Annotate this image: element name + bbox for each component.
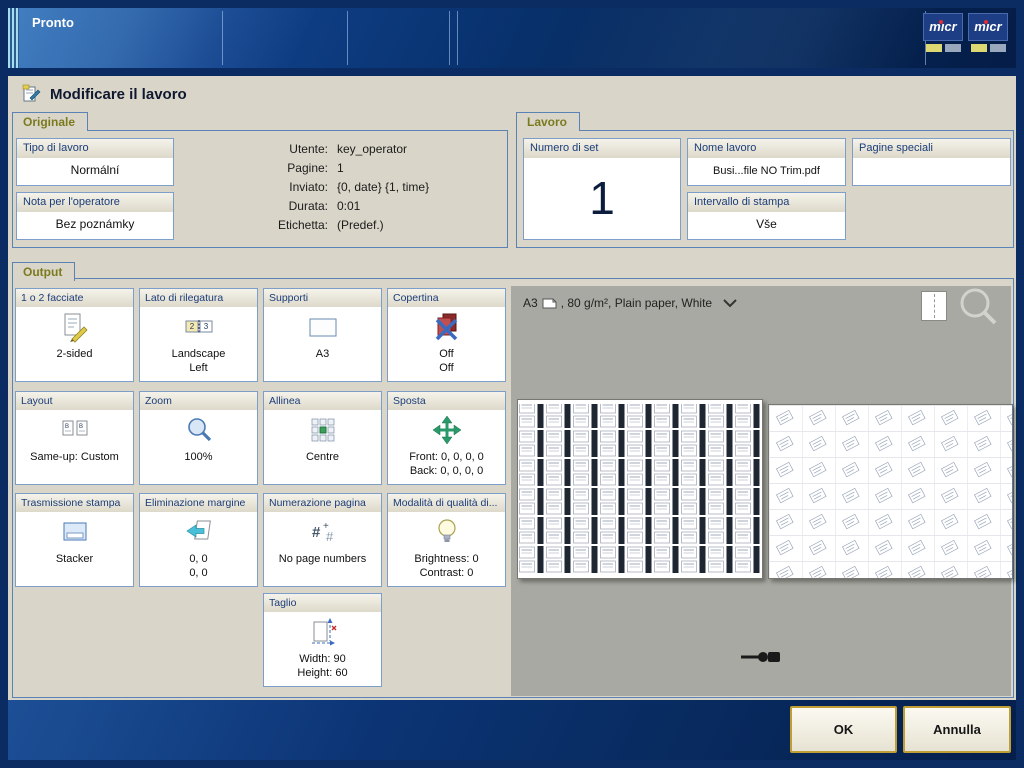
trim-button[interactable]: Taglio Width: 90Height: 60 (263, 593, 382, 687)
binding-edge-icon: 2 3 (183, 311, 215, 343)
statusbar-separator (222, 11, 223, 65)
numero-di-set-value: 1 (524, 171, 680, 225)
info-row-durata: Durata:0:01 (259, 197, 509, 216)
status-bar: Pronto mıcr mıcr (8, 8, 1016, 68)
action-bar: OK Annulla (8, 700, 1016, 760)
svg-text:3: 3 (203, 322, 208, 331)
margin-erase-button[interactable]: Eliminazione margine 0, 00, 0 (139, 493, 258, 587)
job-info-block: Utente:key_operator Pagine:1 Inviato:{0,… (259, 140, 509, 235)
logo-yellow-square (971, 44, 987, 52)
logo-blue-square (990, 44, 1006, 52)
intervallo-di-stampa-label: Intervallo di stampa (688, 193, 845, 212)
svg-text:B: B (65, 424, 69, 430)
dialog-content: Modificare il lavoro Originale Tipo di l… (8, 76, 1016, 700)
micr-logo: mıcr (923, 13, 963, 41)
two-sided-icon (59, 311, 91, 343)
svg-text:#: # (312, 524, 321, 541)
pagine-speciali-label: Pagine speciali (853, 139, 1010, 158)
preview-zoom-icon[interactable] (957, 286, 999, 328)
binding-edge-button[interactable]: Lato di rilegatura 2 3 LandscapeLeft (139, 288, 258, 382)
intervallo-di-stampa-button[interactable]: Intervallo di stampa Vše (687, 192, 846, 240)
media-button[interactable]: Supporti A3 (263, 288, 382, 382)
zoom-icon (183, 414, 215, 446)
info-row-inviato: Inviato:{0, date} {1, time} (259, 178, 509, 197)
preview-page-2 (768, 404, 1013, 579)
zoom-button[interactable]: Zoom 100% (139, 391, 258, 485)
logo-blue-square (945, 44, 961, 52)
nome-lavoro-value: Busi...file NO Trim.pdf (688, 165, 845, 177)
preview-pane: A3 , 80 g/m², Plain paper, White (511, 286, 1011, 696)
page-numbering-button[interactable]: Numerazione pagina # + # No page numbers (263, 493, 382, 587)
originale-groupbox: Tipo di lavoro Normální Nota per l'opera… (12, 130, 508, 248)
align-icon (307, 414, 339, 446)
status-text: Pronto (32, 15, 74, 30)
margin-erase-icon (183, 516, 215, 548)
nota-operatore-value: Bez poznámky (17, 217, 173, 231)
sides-button[interactable]: 1 o 2 facciate 2-sided (15, 288, 134, 382)
trim-icon (307, 616, 339, 648)
tab-lavoro: Lavoro (516, 112, 580, 131)
ok-button[interactable]: OK (790, 706, 897, 753)
info-row-pagine: Pagine:1 (259, 159, 509, 178)
svg-text:2: 2 (189, 322, 194, 331)
cancel-button[interactable]: Annulla (903, 706, 1011, 753)
info-row-etichetta: Etichetta:(Predef.) (259, 216, 509, 235)
media-selector[interactable]: A3 , 80 g/m², Plain paper, White (523, 296, 738, 310)
info-row-utente: Utente:key_operator (259, 140, 509, 159)
logo-red-dot (984, 20, 988, 24)
statusbar-separator (449, 11, 450, 65)
print-quality-button[interactable]: Modalità di qualità di... Brightness: 0C… (387, 493, 506, 587)
corner-stripes-decoration (8, 8, 19, 68)
tipo-di-lavoro-label: Tipo di lavoro (17, 139, 173, 158)
svg-text:#: # (326, 529, 334, 544)
brand-logos: mıcr mıcr (923, 13, 1008, 52)
output-groupbox: 1 o 2 facciate 2-sided Lato di rilegatur… (12, 278, 1014, 698)
tab-originale: Originale (12, 112, 88, 131)
align-button[interactable]: Allinea Centre (263, 391, 382, 485)
preview-page-1 (517, 399, 763, 579)
numero-di-set-button[interactable]: Numero di set 1 (523, 138, 681, 240)
nota-operatore-button[interactable]: Nota per l'operatore Bez poznámky (16, 192, 174, 240)
job-edit-window: Pronto mıcr mıcr Modif (0, 0, 1024, 768)
pagine-speciali-button[interactable]: Pagine speciali (852, 138, 1011, 186)
svg-text:B: B (79, 424, 83, 430)
landscape-orientation-icon (542, 298, 557, 309)
cover-icon (431, 311, 463, 343)
nota-operatore-label: Nota per l'operatore (17, 193, 173, 212)
nome-lavoro-label: Nome lavoro (688, 139, 845, 158)
tab-output: Output (12, 262, 75, 281)
shift-button[interactable]: Sposta Front: 0, 0, 0, 0Back: 0, 0, 0, 0 (387, 391, 506, 485)
micr-logo: mıcr (968, 13, 1008, 41)
layout-icon: B B (59, 414, 91, 446)
trim-view-toggle-icon[interactable] (921, 291, 947, 321)
statusbar-separator (347, 11, 348, 65)
tipo-di-lavoro-button[interactable]: Tipo di lavoro Normální (16, 138, 174, 186)
page-numbering-icon: # + # (307, 516, 339, 548)
output-delivery-button[interactable]: Trasmissione stampa Stacker (15, 493, 134, 587)
connector-icon (739, 648, 783, 666)
nome-lavoro-button[interactable]: Nome lavoro Busi...file NO Trim.pdf (687, 138, 846, 186)
print-quality-icon (431, 516, 463, 548)
cover-button[interactable]: Copertina OffOff (387, 288, 506, 382)
layout-button[interactable]: Layout B B Same-up: Custom (15, 391, 134, 485)
media-icon (306, 311, 340, 343)
chevron-down-icon (722, 298, 738, 308)
edit-job-icon (22, 84, 42, 104)
shift-icon (431, 414, 463, 446)
lavoro-groupbox: Numero di set 1 Nome lavoro Busi...file … (516, 130, 1014, 248)
statusbar-separator (457, 11, 458, 65)
logo-yellow-square (926, 44, 942, 52)
tipo-di-lavoro-value: Normální (17, 163, 173, 177)
stacker-icon (59, 516, 91, 548)
page-title: Modificare il lavoro (50, 86, 187, 103)
intervallo-di-stampa-value: Vše (688, 217, 845, 231)
numero-di-set-label: Numero di set (524, 139, 680, 158)
logo-red-dot (939, 20, 943, 24)
